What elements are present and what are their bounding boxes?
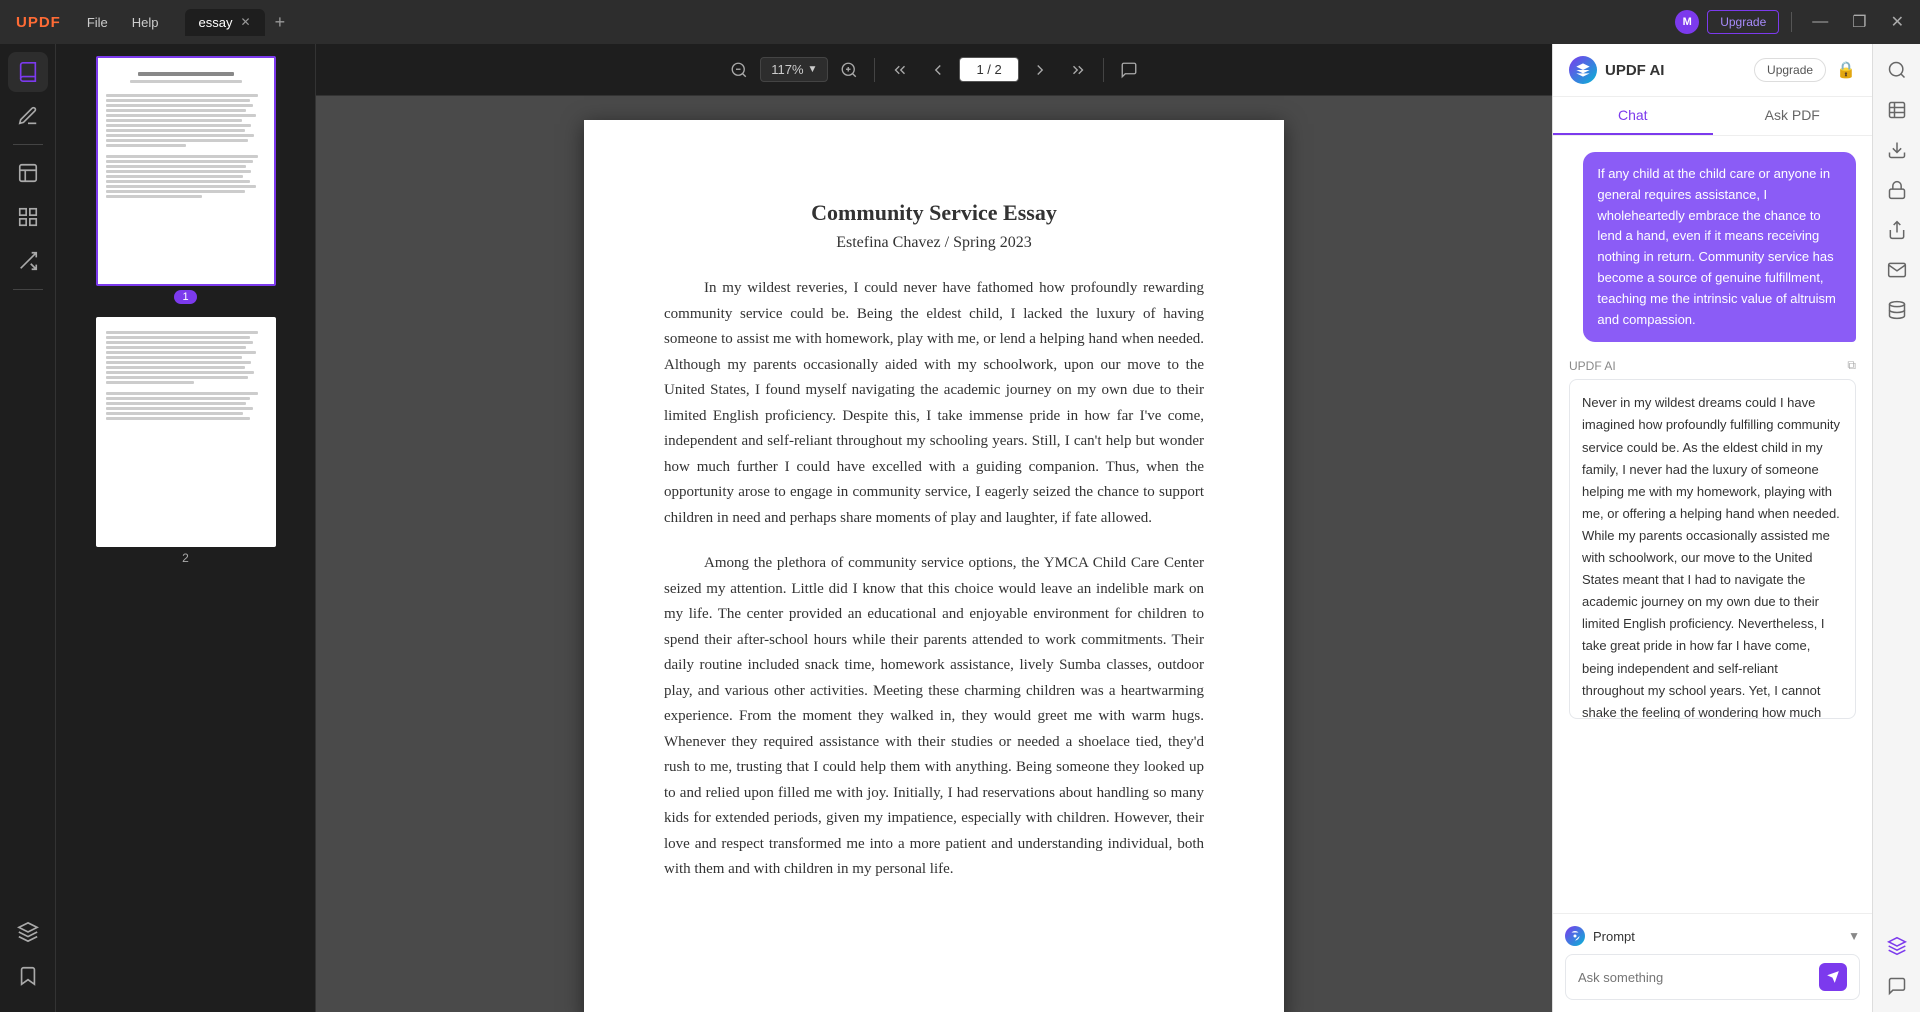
toolbar: 117% ▼ 1 / 2	[316, 44, 1552, 96]
thumbnail-img-2	[96, 317, 276, 547]
close-button[interactable]: ✕	[1883, 10, 1912, 34]
pdf-content-area: Community Service Essay Estefina Chavez …	[316, 96, 1552, 1012]
page-num-badge-1: 1	[174, 290, 196, 304]
zoom-level-display[interactable]: 117% ▼	[760, 57, 828, 82]
prompt-icon	[1565, 926, 1585, 946]
window-controls: M Upgrade — ❐ ✕	[1675, 10, 1912, 34]
tab-essay[interactable]: essay ✕	[185, 9, 265, 36]
last-page-button[interactable]	[1061, 55, 1095, 85]
user-avatar: M	[1675, 10, 1699, 34]
right-database-icon[interactable]	[1879, 292, 1915, 328]
right-lock-icon[interactable]	[1879, 172, 1915, 208]
tab-ask-pdf[interactable]: Ask PDF	[1713, 97, 1873, 135]
left-sidebar	[0, 44, 56, 1012]
current-page: 1	[976, 62, 983, 77]
ai-messages: If any child at the child care or anyone…	[1553, 136, 1872, 913]
first-page-button[interactable]	[883, 55, 917, 85]
tab-label: essay	[199, 15, 233, 30]
sidebar-item-layers[interactable]	[8, 912, 48, 952]
pdf-subtitle: Estefina Chavez / Spring 2023	[664, 234, 1204, 252]
lock-icon[interactable]: 🔒	[1836, 60, 1856, 80]
file-menu[interactable]: File	[77, 11, 118, 34]
upgrade-button-top[interactable]: Upgrade	[1707, 10, 1779, 34]
right-extract-icon[interactable]	[1879, 132, 1915, 168]
zoom-in-button[interactable]	[832, 55, 866, 85]
ai-tabs: Chat Ask PDF	[1553, 97, 1872, 136]
top-bar: UPDF File Help essay ✕ + M Upgrade — ❐ ✕	[0, 0, 1920, 44]
page-display[interactable]: 1 / 2	[959, 57, 1018, 82]
center-area: 117% ▼ 1 / 2	[316, 44, 1552, 1012]
app-logo: UPDF	[8, 10, 69, 35]
upgrade-button-ai[interactable]: Upgrade	[1754, 58, 1826, 82]
zoom-out-button[interactable]	[722, 55, 756, 85]
minimize-button[interactable]: —	[1804, 11, 1836, 33]
tab-chat[interactable]: Chat	[1553, 97, 1713, 135]
right-share-icon[interactable]	[1879, 212, 1915, 248]
page-num-label-2: 2	[64, 551, 307, 565]
pdf-page-1: Community Service Essay Estefina Chavez …	[584, 120, 1284, 1012]
prompt-input-row	[1565, 954, 1860, 1000]
sidebar-divider-2	[13, 289, 43, 290]
send-button[interactable]	[1819, 963, 1847, 991]
right-ai-icon[interactable]	[1879, 928, 1915, 964]
tab-close-icon[interactable]: ✕	[241, 15, 251, 29]
ai-panel-title-text: UPDF AI	[1605, 62, 1664, 79]
sidebar-item-bookmark[interactable]	[8, 956, 48, 996]
ai-response-body: Never in my wildest dreams could I have …	[1569, 379, 1856, 719]
sidebar-item-edit[interactable]	[8, 153, 48, 193]
prompt-header: Prompt ▼	[1565, 926, 1860, 946]
ai-panel: UPDF AI Upgrade 🔒 Chat Ask PDF If any ch…	[1552, 44, 1872, 1012]
page-separator: /	[987, 62, 994, 77]
sidebar-bottom	[8, 912, 48, 1004]
sidebar-divider-1	[13, 144, 43, 145]
total-pages: 2	[995, 62, 1002, 77]
ai-logo-icon	[1569, 56, 1597, 84]
ai-panel-header: UPDF AI Upgrade 🔒	[1553, 44, 1872, 97]
pdf-title: Community Service Essay	[664, 200, 1204, 226]
ai-panel-title-group: UPDF AI	[1569, 56, 1664, 84]
zoom-chevron-icon: ▼	[808, 64, 818, 75]
ai-response-label: UPDF AI ⧉	[1569, 358, 1856, 373]
thumbnail-img-1	[96, 56, 276, 286]
tab-bar: essay ✕ +	[185, 9, 1668, 36]
help-menu[interactable]: Help	[122, 11, 169, 34]
divider	[1791, 12, 1792, 32]
sidebar-item-convert[interactable]	[8, 241, 48, 281]
right-chat-icon[interactable]	[1879, 968, 1915, 1004]
prompt-label: Prompt	[1593, 929, 1840, 944]
maximize-button[interactable]: ❐	[1844, 10, 1874, 34]
prompt-chevron-icon[interactable]: ▼	[1848, 929, 1860, 943]
copy-icon[interactable]: ⧉	[1847, 358, 1856, 373]
ai-response-block: UPDF AI ⧉ Never in my wildest dreams cou…	[1569, 358, 1856, 719]
sidebar-item-reader[interactable]	[8, 52, 48, 92]
prompt-input[interactable]	[1578, 970, 1811, 985]
next-page-button[interactable]	[1023, 55, 1057, 85]
ai-label-text: UPDF AI	[1569, 359, 1616, 373]
sidebar-item-annotate[interactable]	[8, 96, 48, 136]
zoom-value: 117%	[771, 62, 803, 77]
prev-page-button[interactable]	[921, 55, 955, 85]
pdf-body: In my wildest reveries, I could never ha…	[664, 276, 1204, 883]
right-icons-bar	[1872, 44, 1920, 1012]
top-menu: File Help	[77, 11, 169, 34]
ai-panel-controls: Upgrade 🔒	[1754, 58, 1856, 82]
right-mail-icon[interactable]	[1879, 252, 1915, 288]
pdf-paragraph-2: Among the plethora of community service …	[664, 551, 1204, 883]
toolbar-divider-1	[874, 58, 875, 82]
right-table-icon[interactable]	[1879, 92, 1915, 128]
thumbnail-panel: 1	[56, 44, 316, 1012]
comment-button[interactable]	[1112, 55, 1146, 85]
ai-prompt-area: Prompt ▼	[1553, 913, 1872, 1012]
toolbar-divider-2	[1103, 58, 1104, 82]
right-search-icon[interactable]	[1879, 52, 1915, 88]
sidebar-item-organize[interactable]	[8, 197, 48, 237]
tab-add-button[interactable]: +	[269, 10, 292, 35]
pdf-paragraph-1: In my wildest reveries, I could never ha…	[664, 276, 1204, 531]
thumbnail-page-1[interactable]: 1	[64, 56, 307, 305]
user-message-bubble: If any child at the child care or anyone…	[1583, 152, 1856, 342]
main-area: 1	[0, 44, 1920, 1012]
thumbnail-page-2[interactable]: 2	[64, 317, 307, 565]
